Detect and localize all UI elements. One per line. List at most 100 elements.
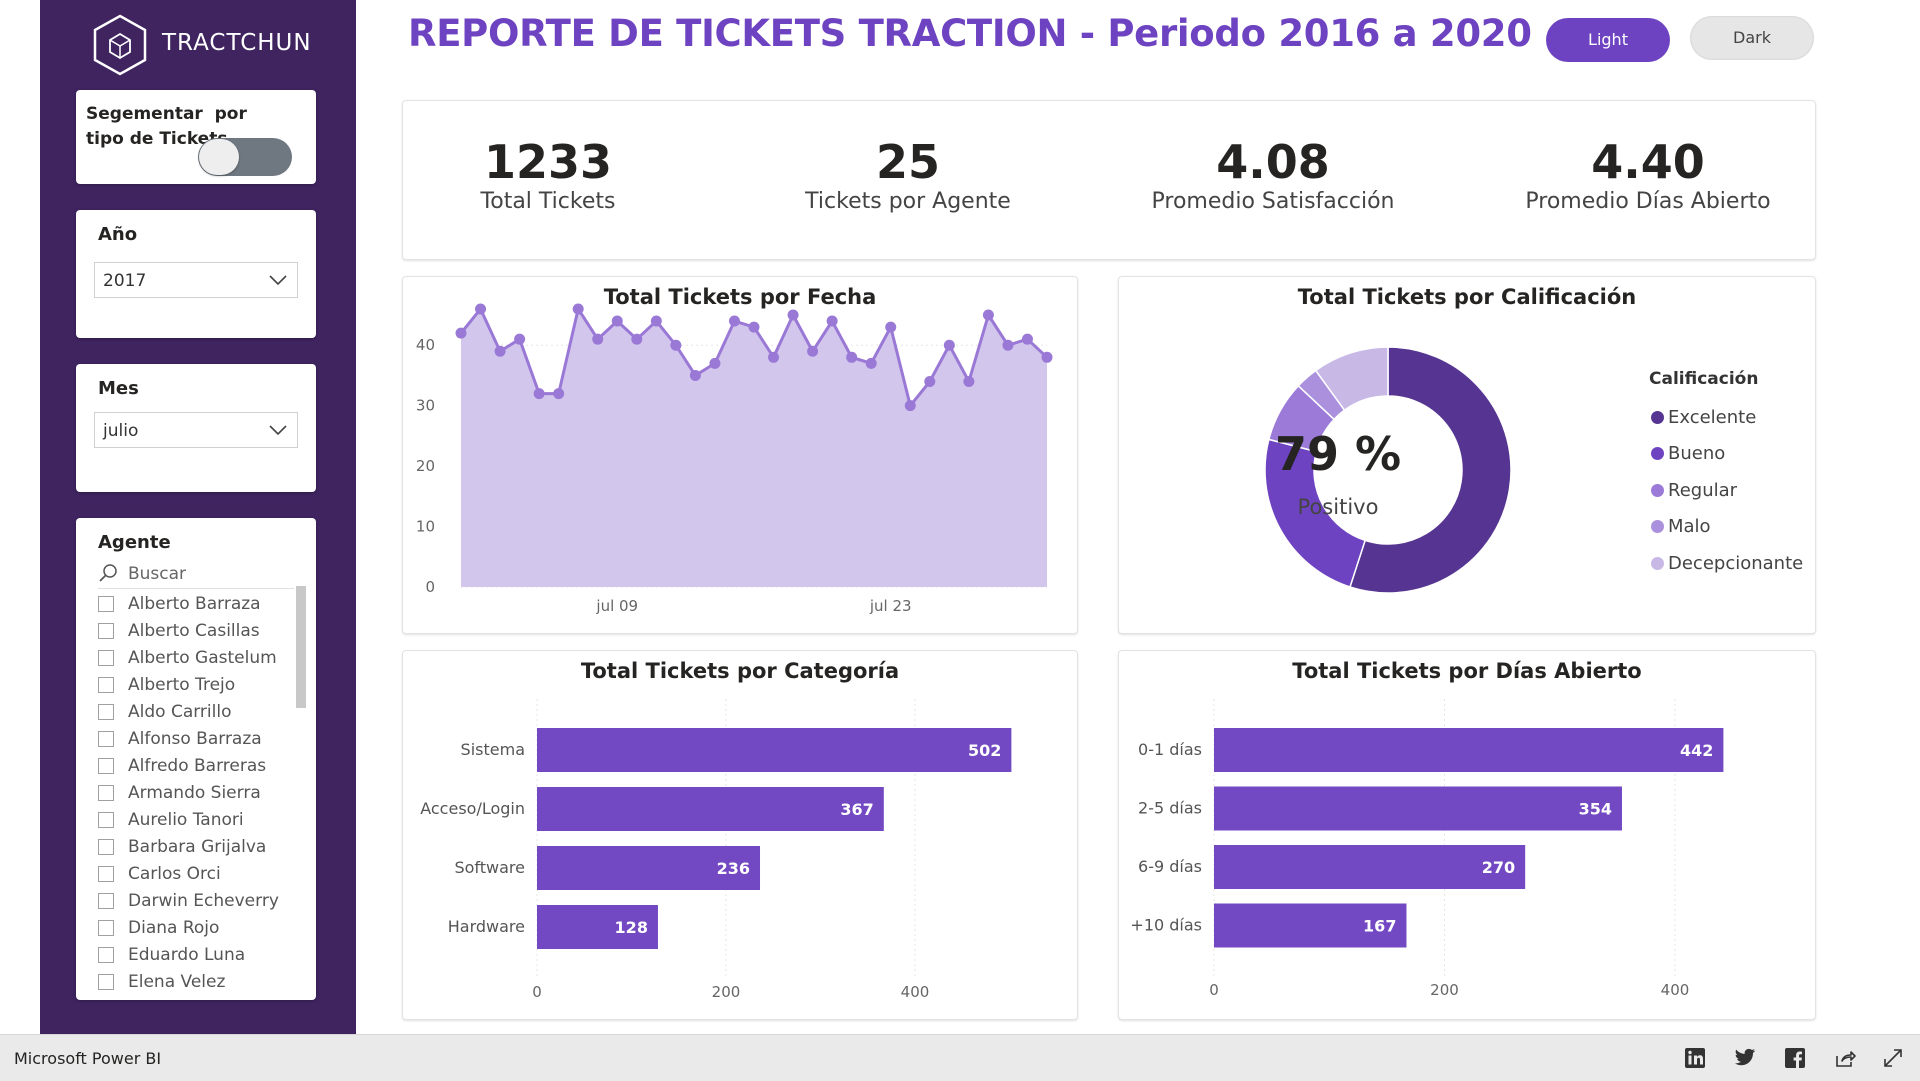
data-point bbox=[670, 339, 682, 351]
brand-name: TRACTCHUN bbox=[162, 30, 312, 56]
x-tick-label: 400 bbox=[901, 983, 930, 1001]
donut-center-label: Positivo bbox=[1297, 495, 1379, 519]
legend-item[interactable]: Regular bbox=[1651, 472, 1811, 509]
fullscreen-icon[interactable] bbox=[1882, 1047, 1904, 1069]
agent-checkbox[interactable] bbox=[98, 919, 114, 936]
data-point bbox=[963, 375, 975, 387]
agent-checkbox[interactable] bbox=[98, 676, 114, 693]
agent-checkbox[interactable] bbox=[98, 865, 114, 882]
agent-checkbox[interactable] bbox=[98, 946, 114, 963]
agent-checkbox[interactable] bbox=[98, 973, 114, 990]
app-name: Microsoft Power BI bbox=[14, 1049, 162, 1068]
segment-toggle[interactable] bbox=[198, 138, 292, 176]
year-select[interactable]: 2017 bbox=[94, 262, 298, 298]
month-label: Mes bbox=[98, 378, 139, 399]
agent-checkbox[interactable] bbox=[98, 757, 114, 774]
agent-filter-card: Agente Buscar Alberto Barraza Alberto Cas… bbox=[76, 518, 316, 1000]
agent-checkbox[interactable] bbox=[98, 622, 114, 639]
y-tick-label: 20 bbox=[416, 457, 435, 475]
agent-list-item[interactable]: Carlos Orci bbox=[98, 860, 288, 887]
kpi-value: 25 bbox=[875, 135, 940, 189]
bar bbox=[1214, 786, 1622, 831]
agent-list-item[interactable]: Alfonso Barraza bbox=[98, 725, 288, 752]
linkedin-icon[interactable] bbox=[1684, 1047, 1706, 1069]
data-point bbox=[768, 351, 780, 363]
agent-list-item[interactable]: Alberto Barraza bbox=[98, 590, 288, 617]
dark-theme-button[interactable]: Dark bbox=[1690, 16, 1814, 60]
agent-list-item[interactable]: Aurelio Tanori bbox=[98, 806, 288, 833]
agent-name: Alberto Gastelum bbox=[128, 647, 277, 668]
light-theme-button[interactable]: Light bbox=[1546, 18, 1670, 62]
data-point bbox=[475, 303, 487, 315]
agent-checkbox[interactable] bbox=[98, 838, 114, 855]
categoria-bar-chart[interactable]: 0 200 400 Sistema 502 Acceso/Login 367 Software… bbox=[403, 651, 1077, 1019]
dias-abierto-bar-chart[interactable]: 0 200 400 0-1 días 442 2-5 días 354 6-9 días 270… bbox=[1119, 651, 1815, 1019]
share-icon[interactable] bbox=[1834, 1047, 1856, 1069]
facebook-icon[interactable] bbox=[1784, 1047, 1806, 1069]
agent-list-item[interactable]: Alfredo Barreras bbox=[98, 752, 288, 779]
tickets-por-calificacion-panel: Total Tickets por Calificación 79 % Posi… bbox=[1118, 276, 1816, 634]
agent-list-item[interactable]: Aldo Carrillo bbox=[98, 698, 288, 725]
data-point bbox=[592, 333, 604, 345]
agent-name: Aldo Carrillo bbox=[128, 701, 232, 722]
kpi-promedio-dias-abierto: 4.40 Promedio Días Abierto bbox=[1483, 135, 1813, 214]
agent-checkbox[interactable] bbox=[98, 892, 114, 909]
agent-list-item[interactable]: Armando Sierra bbox=[98, 779, 288, 806]
agent-name: Darwin Echeverry bbox=[128, 890, 279, 911]
data-label: 236 bbox=[717, 859, 750, 878]
agent-search[interactable]: Buscar bbox=[98, 560, 294, 589]
agent-list-item[interactable]: Alberto Gastelum bbox=[98, 644, 288, 671]
y-tick-label: 10 bbox=[416, 518, 435, 536]
data-point bbox=[826, 315, 838, 327]
legend-item[interactable]: Decepcionante bbox=[1651, 545, 1811, 582]
data-label: 167 bbox=[1363, 917, 1396, 936]
legend-item[interactable]: Bueno bbox=[1651, 436, 1811, 473]
agent-name: Aurelio Tanori bbox=[128, 809, 244, 830]
agent-name: Alberto Casillas bbox=[128, 620, 260, 641]
category-label: 2-5 días bbox=[1138, 799, 1202, 818]
kpi-label: Tickets por Agente bbox=[805, 189, 1011, 214]
line-area-chart[interactable]: 0 10 20 30 40 jul 09 jul 23 bbox=[403, 277, 1077, 633]
agent-list-item[interactable]: Elena Velez bbox=[98, 968, 288, 995]
agent-checkbox[interactable] bbox=[98, 595, 114, 612]
agent-checkbox[interactable] bbox=[98, 730, 114, 747]
data-point bbox=[494, 345, 506, 357]
agent-list-item[interactable]: Diana Rojo bbox=[98, 914, 288, 941]
data-point bbox=[787, 309, 799, 321]
legend-dot bbox=[1651, 447, 1664, 461]
agent-checkbox[interactable] bbox=[98, 649, 114, 666]
agent-list-item[interactable]: Alberto Casillas bbox=[98, 617, 288, 644]
data-label: 502 bbox=[968, 741, 1001, 760]
sidebar: TRACTCHUN Segementar por tipo de Tickets… bbox=[40, 0, 356, 1034]
data-point bbox=[885, 321, 897, 333]
month-filter-card: Mes julio bbox=[76, 364, 316, 492]
data-label: 128 bbox=[615, 918, 648, 937]
donut-center-value: 79 % bbox=[1274, 427, 1402, 481]
legend-label: Excelente bbox=[1668, 406, 1757, 428]
kpi-value: 4.40 bbox=[1591, 135, 1705, 189]
agent-list-item[interactable]: Alberto Trejo bbox=[98, 671, 288, 698]
legend-title: Calificación bbox=[1649, 369, 1759, 389]
legend-item[interactable]: Excelente bbox=[1651, 399, 1811, 436]
month-select[interactable]: julio bbox=[94, 412, 298, 448]
data-point bbox=[650, 315, 662, 327]
area-fill bbox=[461, 308, 1047, 587]
twitter-icon[interactable] bbox=[1734, 1047, 1756, 1069]
agent-checkbox[interactable] bbox=[98, 784, 114, 801]
category-label: +10 días bbox=[1130, 916, 1202, 935]
agent-list-item[interactable]: Eduardo Luna bbox=[98, 941, 288, 968]
agent-list-item[interactable]: Darwin Echeverry bbox=[98, 887, 288, 914]
data-point bbox=[943, 339, 955, 351]
search-icon bbox=[99, 564, 117, 582]
agent-list-scrollbar[interactable] bbox=[296, 586, 306, 708]
toggle-knob bbox=[199, 139, 239, 175]
agent-list-item[interactable]: Barbara Grijalva bbox=[98, 833, 288, 860]
legend-item[interactable]: Malo bbox=[1651, 509, 1811, 546]
category-label: Sistema bbox=[461, 740, 525, 759]
data-point bbox=[924, 375, 936, 387]
data-point bbox=[572, 303, 584, 315]
y-tick-label: 0 bbox=[425, 578, 435, 596]
agent-checkbox[interactable] bbox=[98, 703, 114, 720]
bar bbox=[537, 787, 884, 831]
agent-checkbox[interactable] bbox=[98, 811, 114, 828]
